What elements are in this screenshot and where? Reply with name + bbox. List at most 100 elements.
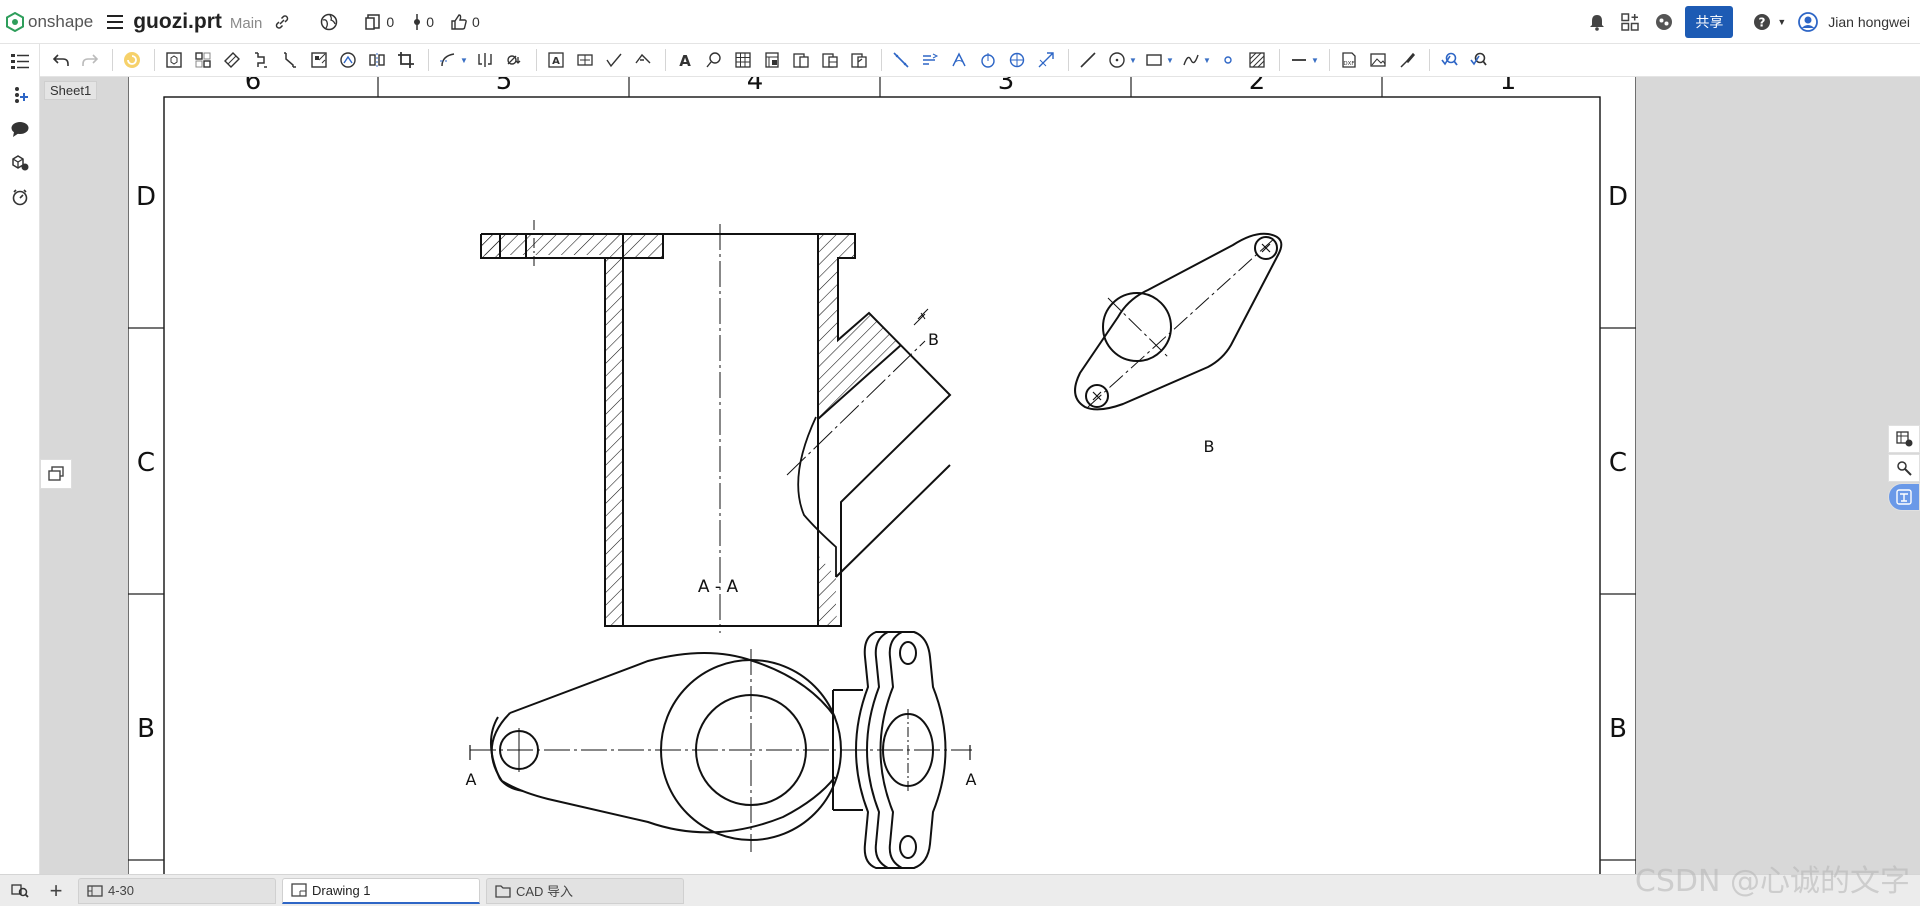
avatar-icon xyxy=(1798,11,1819,32)
undo-icon[interactable] xyxy=(48,47,74,73)
user-menu[interactable]: Jian hongwei xyxy=(1798,11,1910,32)
measure-icon[interactable] xyxy=(1465,47,1491,73)
crop-view-icon[interactable] xyxy=(393,47,419,73)
centermark-icon[interactable] xyxy=(472,47,498,73)
properties-icon[interactable] xyxy=(0,180,40,214)
ordinate-dimension-icon[interactable] xyxy=(917,47,943,73)
add-tab-button[interactable]: + xyxy=(40,875,72,907)
angular-dimension-icon[interactable] xyxy=(946,47,972,73)
chamfer-dimension-icon[interactable] xyxy=(1033,47,1059,73)
tab-cad-import[interactable]: CAD 导入 xyxy=(486,877,684,904)
rectangle-icon[interactable] xyxy=(1141,47,1167,73)
hatch-icon[interactable] xyxy=(1244,47,1270,73)
broken-out-section-icon[interactable] xyxy=(306,47,332,73)
detail-view-icon[interactable] xyxy=(335,47,361,73)
sheets-panel-icon[interactable] xyxy=(40,459,72,489)
table-icon[interactable] xyxy=(730,47,756,73)
bend-table-icon[interactable] xyxy=(846,47,872,73)
radial-dimension-icon[interactable] xyxy=(975,47,1001,73)
feature-list-icon[interactable] xyxy=(0,44,40,78)
onshape-logo[interactable]: onshape xyxy=(6,11,94,32)
toolbar-separator xyxy=(154,49,155,71)
section-view-a-a[interactable] xyxy=(480,220,952,633)
branches-button[interactable]: 0 xyxy=(412,13,434,31)
update-icon[interactable] xyxy=(119,47,145,73)
redo-icon[interactable] xyxy=(77,47,103,73)
tab-search-icon[interactable] xyxy=(0,875,40,907)
linear-dimension-icon[interactable] xyxy=(888,47,914,73)
export-dxf-icon[interactable]: DXF xyxy=(1336,47,1362,73)
text-icon[interactable]: A xyxy=(672,47,698,73)
notifications-bell-icon[interactable] xyxy=(1589,13,1609,31)
translate-icon[interactable] xyxy=(1888,483,1920,511)
chevron-down-icon[interactable]: ▼ xyxy=(460,56,468,65)
drawing-sheet[interactable]: 6 5 4 3 2 1 D C B D C B B A - A B A A xyxy=(128,77,1636,874)
drawing-canvas[interactable]: Sheet1 6 5 4 3 2 1 D C B D C B B A - A B… xyxy=(40,77,1920,874)
zone-col-label: 2 xyxy=(1249,77,1266,96)
hole-table-icon[interactable] xyxy=(788,47,814,73)
projected-view-icon[interactable] xyxy=(190,47,216,73)
format-painter-icon[interactable] xyxy=(1394,47,1420,73)
note-icon[interactable]: A xyxy=(543,47,569,73)
spline-icon[interactable] xyxy=(1178,47,1204,73)
chevron-down-icon: ▼ xyxy=(1777,16,1787,27)
logo-text: onshape xyxy=(28,11,94,31)
callout-icon[interactable] xyxy=(701,47,727,73)
table-edit-icon[interactable] xyxy=(1888,425,1920,453)
auxiliary-view-icon[interactable] xyxy=(219,47,245,73)
bom-table-icon[interactable] xyxy=(759,47,785,73)
cut-line-label-right: A xyxy=(966,770,977,789)
drawing-toolbar: ▼ A A ▼ ▼ ▼ ▼ DXF xyxy=(40,44,1920,77)
insert-view-icon[interactable] xyxy=(161,47,187,73)
revision-table-icon[interactable] xyxy=(817,47,843,73)
line-style-icon[interactable] xyxy=(1286,47,1312,73)
auxiliary-view-b[interactable] xyxy=(1074,232,1283,411)
geometric-tolerance-icon[interactable] xyxy=(501,47,527,73)
app-store-icon[interactable] xyxy=(1621,12,1643,31)
break-view-icon[interactable] xyxy=(364,47,390,73)
aligned-section-icon[interactable] xyxy=(277,47,303,73)
tool-settings-icon[interactable] xyxy=(1888,454,1920,482)
surface-finish-icon[interactable] xyxy=(601,47,627,73)
chevron-down-icon[interactable]: ▼ xyxy=(1166,56,1174,65)
hamburger-menu-icon[interactable] xyxy=(107,14,124,29)
drawing-svg: 6 5 4 3 2 1 D C B D C B B A - A B A A xyxy=(128,77,1636,874)
user-name: Jian hongwei xyxy=(1828,13,1910,30)
insert-image-icon[interactable] xyxy=(1365,47,1391,73)
tab-part-studio[interactable]: 4-30 xyxy=(78,877,276,904)
chevron-down-icon[interactable]: ▼ xyxy=(1129,56,1137,65)
branch-name[interactable]: Main xyxy=(230,15,263,32)
circle-icon[interactable] xyxy=(1104,47,1130,73)
like-button[interactable]: 0 xyxy=(450,13,480,31)
diameter-dimension-icon[interactable] xyxy=(1004,47,1030,73)
tab-drawing[interactable]: Drawing 1 xyxy=(282,877,480,904)
top-view[interactable] xyxy=(469,631,972,869)
parts-icon[interactable] xyxy=(0,146,40,180)
centerline-icon[interactable] xyxy=(435,47,461,73)
inspect-icon[interactable] xyxy=(1436,47,1462,73)
insert-icon[interactable] xyxy=(0,78,40,112)
versions-count: 0 xyxy=(386,13,395,30)
link-icon[interactable] xyxy=(274,14,294,30)
chevron-down-icon[interactable]: ▼ xyxy=(1311,56,1319,65)
document-title[interactable]: guozi.prt xyxy=(133,10,222,34)
toolbar-separator xyxy=(112,49,113,71)
weld-symbol-icon[interactable] xyxy=(630,47,656,73)
versions-button[interactable]: 0 xyxy=(364,13,394,31)
chevron-down-icon[interactable]: ▼ xyxy=(1203,56,1211,65)
zone-row-label: B xyxy=(137,714,155,744)
svg-text:DXF: DXF xyxy=(1343,61,1354,67)
help-icon[interactable]: ? ▼ xyxy=(1753,13,1786,31)
learning-center-icon[interactable] xyxy=(1655,13,1677,31)
sheet-tab[interactable]: Sheet1 xyxy=(44,81,98,100)
datum-icon[interactable] xyxy=(572,47,598,73)
comments-icon[interactable] xyxy=(0,112,40,146)
tab-label: Drawing 1 xyxy=(312,882,371,898)
share-button[interactable]: 共享 xyxy=(1685,5,1734,38)
toolbar-separator xyxy=(428,49,429,71)
globe-icon[interactable] xyxy=(320,13,342,31)
section-view-icon[interactable] xyxy=(248,47,274,73)
point-icon[interactable] xyxy=(1215,47,1241,73)
line-icon[interactable] xyxy=(1075,47,1101,73)
zone-row-label: D xyxy=(1608,182,1628,212)
